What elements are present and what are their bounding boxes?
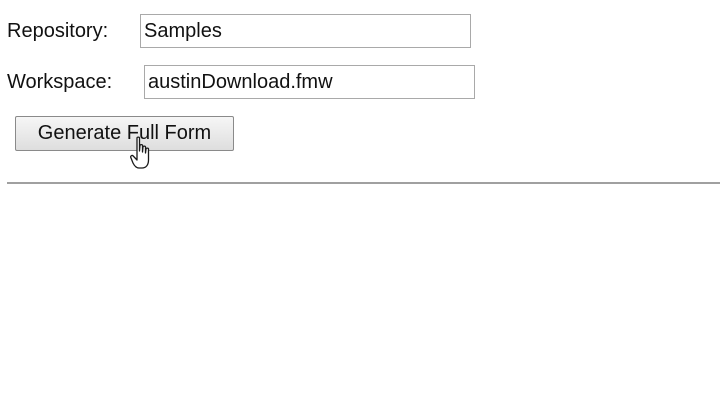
generate-full-form-button[interactable]: Generate Full Form <box>15 116 234 151</box>
workspace-label: Workspace: <box>7 71 113 93</box>
horizontal-divider <box>7 182 720 184</box>
repository-row: Repository: <box>7 13 471 49</box>
repository-input[interactable] <box>140 14 471 48</box>
workspace-input[interactable] <box>144 65 475 99</box>
repository-label: Repository: <box>7 20 109 42</box>
workspace-row: Workspace: <box>7 64 475 100</box>
